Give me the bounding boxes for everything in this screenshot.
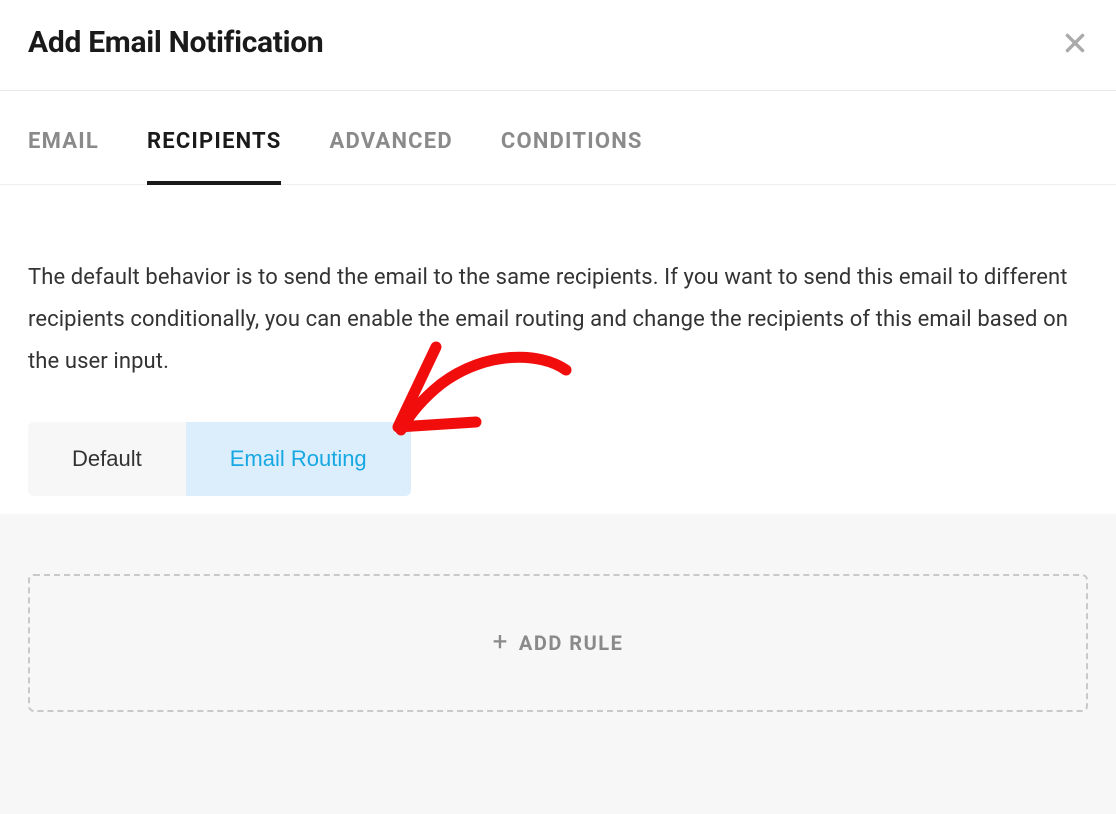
- tab-recipients[interactable]: RECIPIENTS: [147, 91, 282, 184]
- add-rule-label: ADD RULE: [519, 631, 623, 655]
- tab-bar: EMAIL RECIPIENTS ADVANCED CONDITIONS: [0, 91, 1116, 185]
- toggle-default-button[interactable]: Default: [28, 422, 186, 496]
- modal-title: Add Email Notification: [28, 25, 323, 60]
- rules-area: + ADD RULE: [0, 514, 1116, 814]
- toggle-email-routing-button[interactable]: Email Routing: [186, 422, 411, 496]
- routing-toggle-group: Default Email Routing: [28, 422, 411, 496]
- recipients-description: The default behavior is to send the emai…: [28, 257, 1088, 382]
- tab-advanced[interactable]: ADVANCED: [329, 91, 452, 184]
- tab-content: The default behavior is to send the emai…: [0, 185, 1116, 814]
- modal-header: Add Email Notification: [0, 0, 1116, 90]
- tab-email[interactable]: EMAIL: [28, 91, 99, 184]
- tab-conditions[interactable]: CONDITIONS: [501, 91, 643, 184]
- plus-icon: +: [493, 629, 509, 655]
- add-rule-button[interactable]: + ADD RULE: [28, 574, 1088, 712]
- close-icon[interactable]: [1062, 30, 1088, 56]
